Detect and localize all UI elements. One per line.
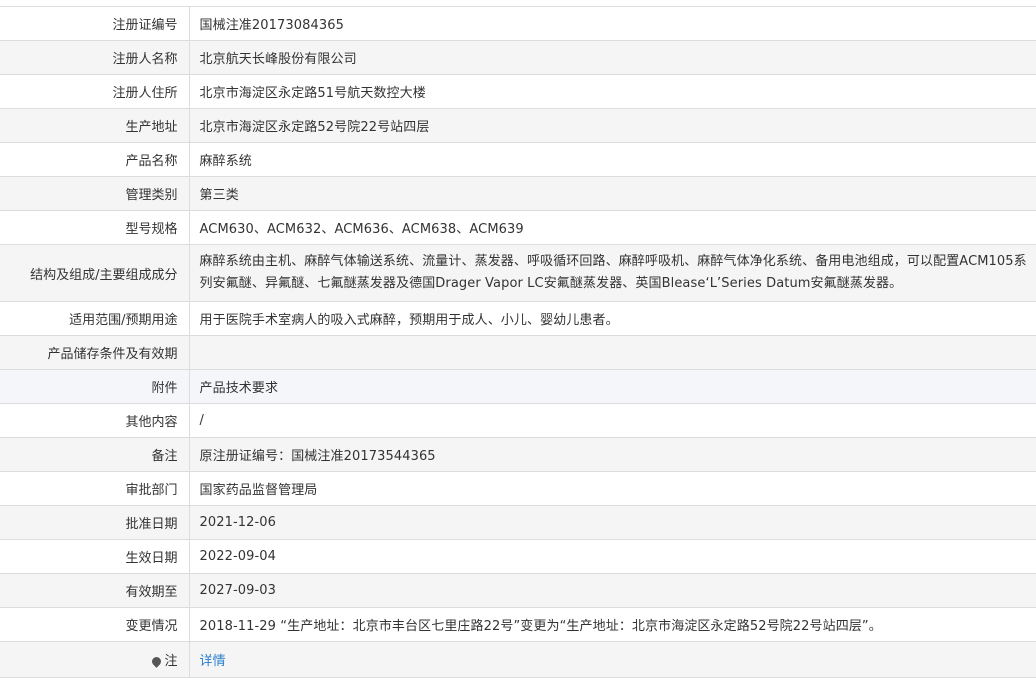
value-storage-validity <box>189 335 1036 370</box>
row-registrant-address: 注册人住所 北京市海淀区永定路51号航天数控大楼 <box>0 74 1036 109</box>
value-change-history: 2018-11-29 “生产地址：北京市丰台区七里庄路22号”变更为“生产地址：… <box>189 607 1036 642</box>
label-note-cell: 注 <box>0 641 190 678</box>
value-production-address: 北京市海淀区永定路52号院22号站四层 <box>189 108 1036 143</box>
value-registrant-name: 北京航天长峰股份有限公司 <box>189 40 1036 75</box>
row-effective-date: 生效日期 2022-09-04 <box>0 539 1036 574</box>
label-management-category: 管理类别 <box>0 176 190 211</box>
row-valid-until: 有效期至 2027-09-03 <box>0 573 1036 608</box>
row-structure-composition: 结构及组成/主要组成成分 麻醉系统由主机、麻醉气体输送系统、流量计、蒸发器、呼吸… <box>0 244 1036 302</box>
row-change-history: 变更情况 2018-11-29 “生产地址：北京市丰台区七里庄路22号”变更为“… <box>0 607 1036 642</box>
label-other-content: 其他内容 <box>0 403 190 438</box>
value-note-cell: 详情 <box>189 641 1036 678</box>
label-approval-department: 审批部门 <box>0 471 190 506</box>
value-model-spec: ACM630、ACM632、ACM636、ACM638、ACM639 <box>189 210 1036 245</box>
row-other-content: 其他内容 / <box>0 403 1036 438</box>
value-approval-department: 国家药品监督管理局 <box>189 471 1036 506</box>
label-intended-use: 适用范围/预期用途 <box>0 301 190 336</box>
row-attachment: 附件 产品技术要求 <box>0 369 1036 404</box>
value-intended-use: 用于医院手术室病人的吸入式麻醉，预期用于成人、小儿、婴幼儿患者。 <box>189 301 1036 336</box>
row-management-category: 管理类别 第三类 <box>0 176 1036 211</box>
label-registrant-name: 注册人名称 <box>0 40 190 75</box>
value-product-name: 麻醉系统 <box>189 142 1036 177</box>
label-registrant-address: 注册人住所 <box>0 74 190 109</box>
row-remarks: 备注 原注册证编号：国械注准20173544365 <box>0 437 1036 472</box>
label-model-spec: 型号规格 <box>0 210 190 245</box>
details-link[interactable]: 详情 <box>200 654 226 669</box>
value-attachment: 产品技术要求 <box>189 369 1036 404</box>
label-production-address: 生产地址 <box>0 108 190 143</box>
value-effective-date: 2022-09-04 <box>189 539 1036 574</box>
row-approval-department: 审批部门 国家药品监督管理局 <box>0 471 1036 506</box>
label-effective-date: 生效日期 <box>0 539 190 574</box>
pin-icon <box>150 655 164 668</box>
label-note: 注 <box>164 654 178 669</box>
label-registration-number: 注册证编号 <box>0 6 190 41</box>
row-registration-number: 注册证编号 国械注准20173084365 <box>0 6 1036 41</box>
label-product-name: 产品名称 <box>0 142 190 177</box>
row-note: 注 详情 <box>0 641 1036 678</box>
row-intended-use: 适用范围/预期用途 用于医院手术室病人的吸入式麻醉，预期用于成人、小儿、婴幼儿患… <box>0 301 1036 336</box>
row-production-address: 生产地址 北京市海淀区永定路52号院22号站四层 <box>0 108 1036 143</box>
value-registrant-address: 北京市海淀区永定路51号航天数控大楼 <box>189 74 1036 109</box>
row-approval-date: 批准日期 2021-12-06 <box>0 505 1036 540</box>
row-model-spec: 型号规格 ACM630、ACM632、ACM636、ACM638、ACM639 <box>0 210 1036 245</box>
value-approval-date: 2021-12-06 <box>189 505 1036 540</box>
row-product-name: 产品名称 麻醉系统 <box>0 142 1036 177</box>
label-approval-date: 批准日期 <box>0 505 190 540</box>
value-valid-until: 2027-09-03 <box>189 573 1036 608</box>
value-remarks: 原注册证编号：国械注准20173544365 <box>189 437 1036 472</box>
value-registration-number: 国械注准20173084365 <box>189 6 1036 41</box>
registration-info-table: 注册证编号 国械注准20173084365 注册人名称 北京航天长峰股份有限公司… <box>0 6 1036 678</box>
label-attachment: 附件 <box>0 369 190 404</box>
label-valid-until: 有效期至 <box>0 573 190 608</box>
row-registrant-name: 注册人名称 北京航天长峰股份有限公司 <box>0 40 1036 75</box>
label-structure-composition: 结构及组成/主要组成成分 <box>0 244 190 302</box>
value-structure-composition: 麻醉系统由主机、麻醉气体输送系统、流量计、蒸发器、呼吸循环回路、麻醉呼吸机、麻醉… <box>189 244 1036 302</box>
label-storage-validity: 产品储存条件及有效期 <box>0 335 190 370</box>
label-remarks: 备注 <box>0 437 190 472</box>
value-management-category: 第三类 <box>189 176 1036 211</box>
value-other-content: / <box>189 403 1036 438</box>
row-storage-validity: 产品储存条件及有效期 <box>0 335 1036 370</box>
label-change-history: 变更情况 <box>0 607 190 642</box>
